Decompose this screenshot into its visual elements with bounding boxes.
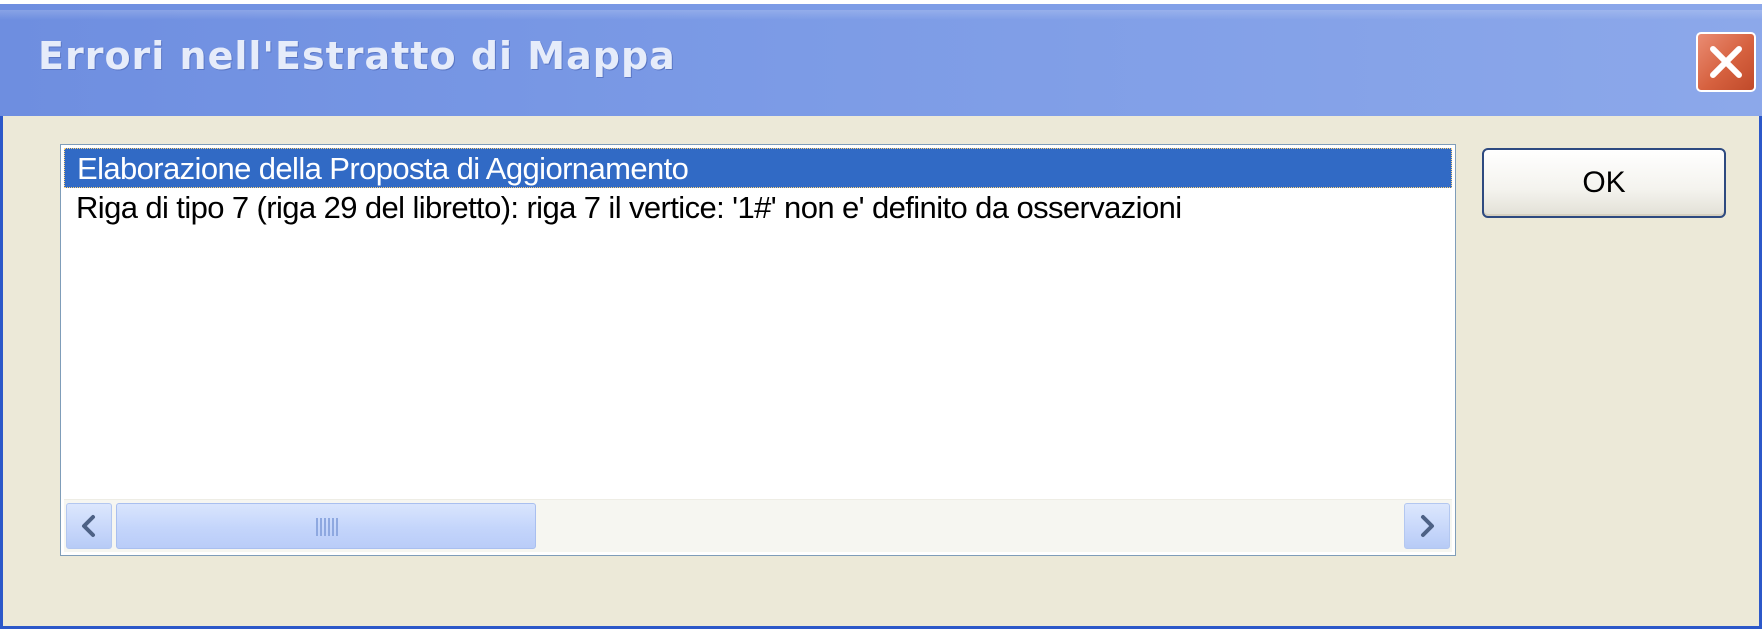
error-list: Elaborazione della Proposta di Aggiornam… xyxy=(64,148,1452,228)
horizontal-scrollbar[interactable] xyxy=(64,499,1452,552)
grip-icon xyxy=(316,518,338,536)
ok-button[interactable]: OK xyxy=(1482,148,1726,218)
chevron-right-icon xyxy=(1421,515,1434,537)
error-listbox[interactable]: Elaborazione della Proposta di Aggiornam… xyxy=(60,144,1456,556)
scroll-thumb[interactable] xyxy=(116,503,536,549)
close-button[interactable] xyxy=(1696,32,1756,92)
scroll-left-button[interactable] xyxy=(66,503,112,549)
dialog-window: Errori nell'Estratto di Mappa Elaborazio… xyxy=(0,0,1762,629)
scroll-right-button[interactable] xyxy=(1404,503,1450,549)
close-icon xyxy=(1710,46,1742,78)
list-item[interactable]: Riga di tipo 7 (riga 29 del libretto): r… xyxy=(64,188,1452,228)
window-title: Errori nell'Estratto di Mappa xyxy=(38,34,676,78)
list-item[interactable]: Elaborazione della Proposta di Aggiornam… xyxy=(64,148,1452,188)
title-bar[interactable]: Errori nell'Estratto di Mappa xyxy=(0,0,1762,116)
chevron-left-icon xyxy=(82,515,95,537)
